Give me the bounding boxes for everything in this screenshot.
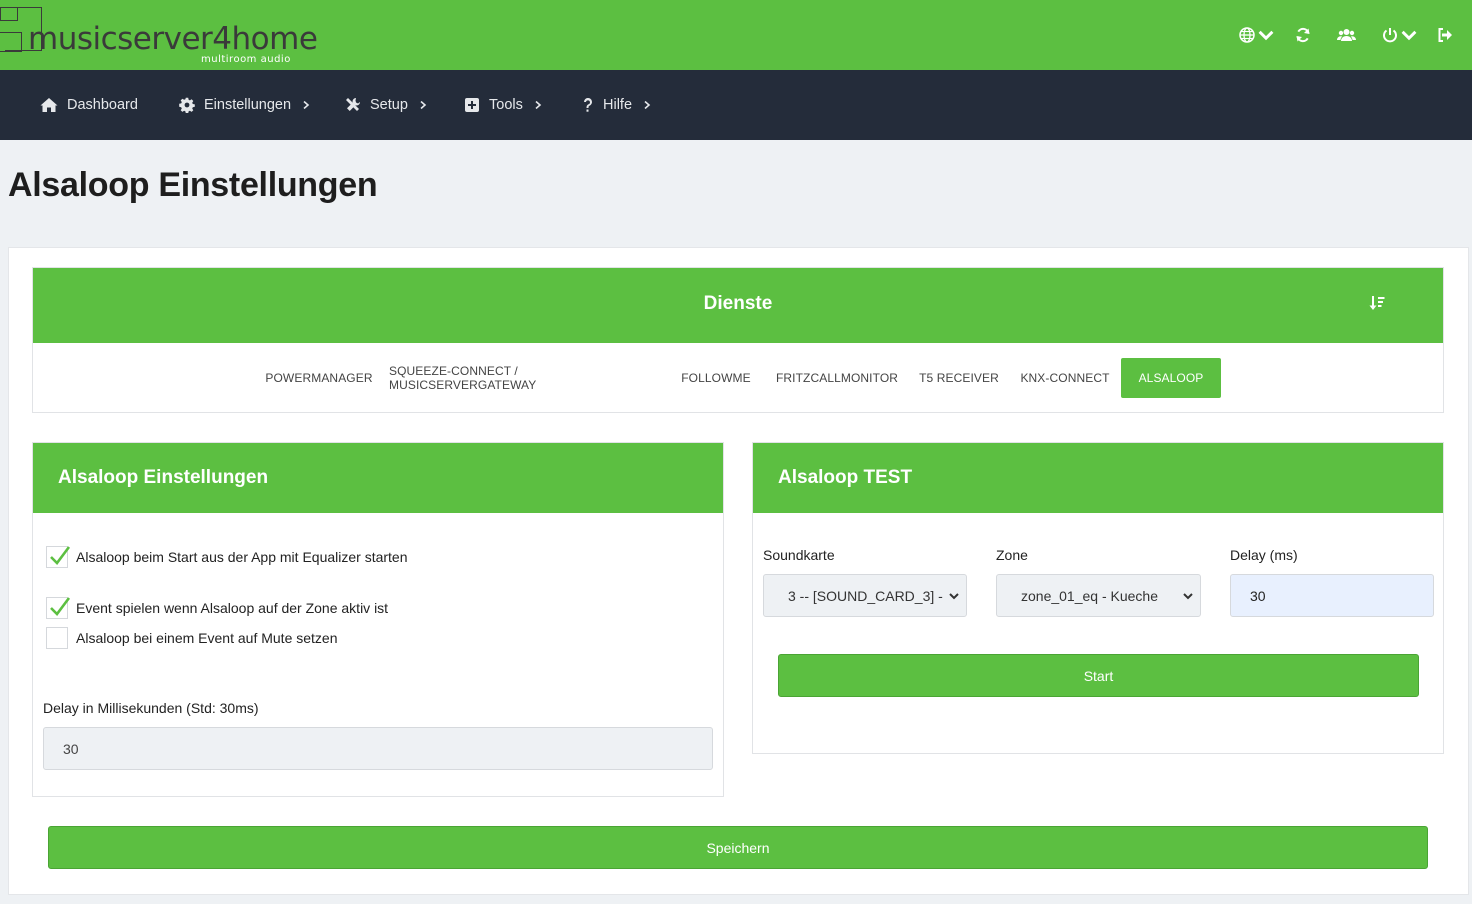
checkbox-label: Alsaloop beim Start aus der App mit Equa… — [76, 549, 408, 565]
start-button[interactable]: Start — [778, 654, 1419, 697]
tab-label: SQUEEZE-CONNECT / MUSICSERVERGATEWAY — [389, 364, 537, 392]
dienste-card: Dienste POWERMANAGER SQUEEZE-CONNECT / M… — [32, 267, 1444, 413]
page-title: Alsaloop Einstellungen — [8, 166, 378, 204]
top-header: musicserver4home multiroom audio — [0, 0, 1472, 70]
nav-label: Tools — [489, 97, 523, 113]
alsaloop-test-panel: Alsaloop TEST Soundkarte 3 -- [SOUND_CAR… — [752, 442, 1444, 754]
soundcard-select[interactable]: 3 -- [SOUND_CARD_3] - — [763, 574, 967, 617]
zone-value: zone_01_eq - Kueche — [1021, 587, 1158, 604]
tab-knx-connect[interactable]: KNX-CONNECT — [1017, 358, 1113, 398]
globe-icon — [1239, 27, 1255, 43]
logo-square — [0, 32, 22, 52]
checkbox-equalizer[interactable] — [46, 546, 71, 568]
checkbox-row-equalizer[interactable]: Alsaloop beim Start aus der App mit Equa… — [46, 546, 408, 568]
tab-label: ALSALOOP — [1138, 371, 1204, 385]
power-menu[interactable] — [1382, 25, 1417, 45]
test-delay-value: 30 — [1250, 587, 1266, 604]
tab-label: KNX-CONNECT — [1020, 371, 1110, 385]
home-icon — [40, 98, 58, 112]
checkbox-row-mute[interactable]: Alsaloop bei einem Event auf Mute setzen — [46, 627, 338, 649]
check-icon — [50, 597, 71, 616]
check-icon — [50, 546, 71, 565]
checkbox-label: Alsaloop bei einem Event auf Mute setzen — [76, 630, 338, 646]
users-button[interactable] — [1337, 25, 1356, 45]
checkbox-event[interactable] — [46, 597, 71, 619]
chevron-right-icon — [644, 101, 651, 109]
test-delay-label: Delay (ms) — [1230, 547, 1298, 563]
tab-label: FRITZCALLMONITOR — [775, 371, 899, 385]
save-button[interactable]: Speichern — [48, 826, 1428, 869]
delay-label: Delay in Millisekunden (Std: 30ms) — [43, 700, 259, 716]
chevron-down-icon — [1183, 593, 1193, 600]
sign-out-icon — [1438, 28, 1452, 42]
chevron-right-icon — [535, 101, 542, 109]
chevron-right-icon — [420, 101, 427, 109]
nav-hilfe[interactable]: Hilfe — [582, 70, 651, 140]
checkbox-label: Event spielen wenn Alsaloop auf der Zone… — [76, 600, 389, 616]
nav-tools[interactable]: Tools — [464, 70, 542, 140]
chevron-down-icon — [1258, 30, 1274, 41]
dienste-tabs: POWERMANAGER SQUEEZE-CONNECT / MUSICSERV… — [33, 358, 1443, 398]
chevron-right-icon — [303, 101, 310, 109]
button-label: Speichern — [706, 839, 770, 856]
tab-t5-receiver[interactable]: T5 RECEIVER — [916, 358, 1002, 398]
nav-dashboard[interactable]: Dashboard — [40, 70, 138, 140]
panel-header: Alsaloop TEST — [753, 443, 1443, 513]
panel-title: Alsaloop TEST — [778, 467, 913, 488]
question-icon — [584, 97, 592, 112]
tab-squeeze-connect[interactable]: SQUEEZE-CONNECT / MUSICSERVERGATEWAY — [389, 358, 655, 398]
panel-header: Alsaloop Einstellungen — [33, 443, 723, 513]
nav-einstellungen[interactable]: Einstellungen — [179, 70, 310, 140]
main-nav: Dashboard Einstellungen Setup Tools Hilf… — [0, 70, 1472, 140]
chevron-down-icon — [949, 593, 959, 600]
soundcard-value: 3 -- [SOUND_CARD_3] - — [788, 587, 943, 604]
soundcard-label: Soundkarte — [763, 547, 835, 563]
gear-icon — [179, 97, 195, 113]
brand-name: musicserver4home — [28, 21, 318, 57]
tools-icon — [346, 98, 360, 111]
nav-label: Setup — [370, 97, 408, 113]
zone-label: Zone — [996, 547, 1028, 563]
dienste-title: Dienste — [703, 293, 773, 314]
test-delay-input[interactable]: 30 — [1230, 574, 1434, 617]
zone-select[interactable]: zone_01_eq - Kueche — [996, 574, 1201, 617]
nav-label: Einstellungen — [204, 97, 292, 113]
delay-input[interactable]: 30 — [43, 727, 713, 770]
nav-label: Dashboard — [67, 97, 138, 113]
tab-fritzcallmonitor[interactable]: FRITZCALLMONITOR — [773, 358, 901, 398]
checkbox-row-event[interactable]: Event spielen wenn Alsaloop auf der Zone… — [46, 597, 388, 619]
tab-label: FOLLOWME — [681, 371, 751, 385]
alsaloop-settings-panel: Alsaloop Einstellungen Alsaloop beim Sta… — [32, 442, 724, 797]
nav-setup[interactable]: Setup — [345, 70, 427, 140]
brand-logo[interactable]: musicserver4home multiroom audio — [0, 4, 318, 66]
power-icon — [1383, 28, 1397, 43]
users-icon — [1337, 29, 1356, 41]
tab-label: T5 RECEIVER — [919, 371, 999, 385]
sort-icon[interactable] — [1369, 295, 1385, 311]
logout-button[interactable] — [1437, 25, 1453, 45]
dienste-header: Dienste — [33, 268, 1443, 343]
tab-followme[interactable]: FOLLOWME — [674, 358, 758, 398]
nav-label: Hilfe — [603, 97, 633, 113]
tab-alsaloop[interactable]: ALSALOOP — [1121, 358, 1221, 398]
tab-label: POWERMANAGER — [265, 371, 373, 385]
checkbox-mute[interactable] — [46, 627, 68, 649]
brand-tagline: multiroom audio — [201, 54, 291, 65]
language-menu[interactable] — [1239, 25, 1274, 45]
tab-powermanager[interactable]: POWERMANAGER — [258, 358, 380, 398]
plus-square-icon — [465, 98, 479, 112]
panel-title: Alsaloop Einstellungen — [58, 467, 269, 488]
refresh-icon — [1296, 27, 1310, 43]
delay-value: 30 — [63, 740, 79, 757]
chevron-down-icon — [1401, 30, 1417, 41]
button-label: Start — [1083, 667, 1114, 684]
refresh-button[interactable] — [1295, 25, 1311, 45]
